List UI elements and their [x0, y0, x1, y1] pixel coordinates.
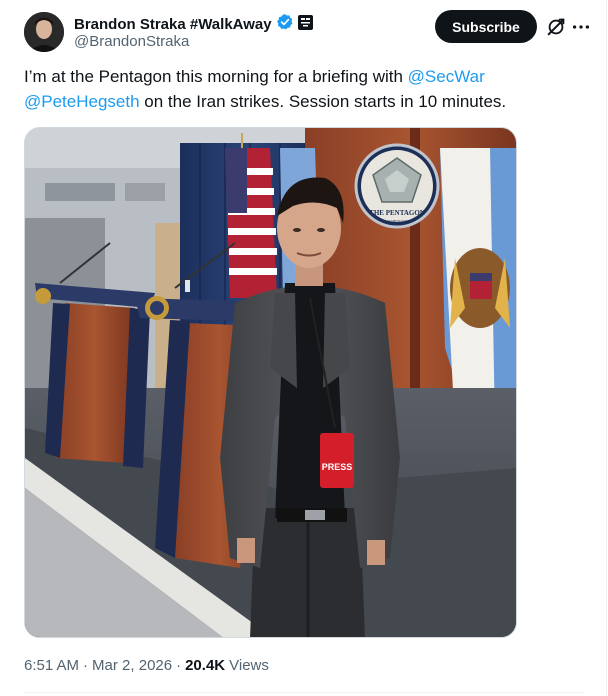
- mention-secwar-link[interactable]: @SecWar: [408, 67, 485, 86]
- press-badge-text: PRESS: [322, 462, 353, 472]
- more-options-icon[interactable]: [570, 16, 592, 38]
- us-flag: [225, 133, 277, 298]
- tweet-meta: 6:51 AM · Mar 2, 2026 · 20.4K Views: [24, 656, 269, 676]
- author-handle[interactable]: @BrandonStraka: [74, 33, 189, 51]
- tweet-text-part-2: on the Iran strikes. Session starts in 1…: [139, 92, 507, 111]
- affiliate-badge-icon[interactable]: [297, 14, 313, 35]
- meta-separator: ·: [83, 657, 89, 674]
- tweet-date[interactable]: Mar 2, 2026: [92, 656, 172, 676]
- pentagon-seal: THE PENTAGON WASHINGTON: [354, 143, 440, 229]
- tweet-time[interactable]: 6:51 AM: [24, 656, 79, 676]
- tweet-container: Brandon Straka #WalkAway @BrandonStraka …: [0, 0, 607, 696]
- subscribe-button[interactable]: Subscribe: [435, 10, 537, 43]
- seal-text: THE PENTAGON: [369, 209, 425, 217]
- author-display-name[interactable]: Brandon Straka #WalkAway: [74, 16, 272, 34]
- mention-petehegseth-link[interactable]: @PeteHegseth: [24, 92, 140, 111]
- tweet-photo[interactable]: THE PENTAGON WASHINGTON PRESS: [24, 127, 517, 638]
- divider: [24, 692, 584, 693]
- seal-subtext: WASHINGTON: [385, 219, 409, 223]
- views-label: Views: [229, 657, 269, 674]
- grok-icon[interactable]: [545, 16, 567, 38]
- pentagon-briefing-photo: THE PENTAGON WASHINGTON PRESS: [25, 128, 516, 637]
- tweet-text-part-1: I’m at the Pentagon this morning for a b…: [24, 67, 408, 86]
- views-count[interactable]: 20.4K: [185, 656, 225, 676]
- verified-badge-icon: [276, 13, 294, 36]
- meta-separator: ·: [176, 657, 182, 674]
- tweet-text: I’m at the Pentagon this morning for a b…: [24, 64, 584, 114]
- avatar[interactable]: [24, 12, 64, 52]
